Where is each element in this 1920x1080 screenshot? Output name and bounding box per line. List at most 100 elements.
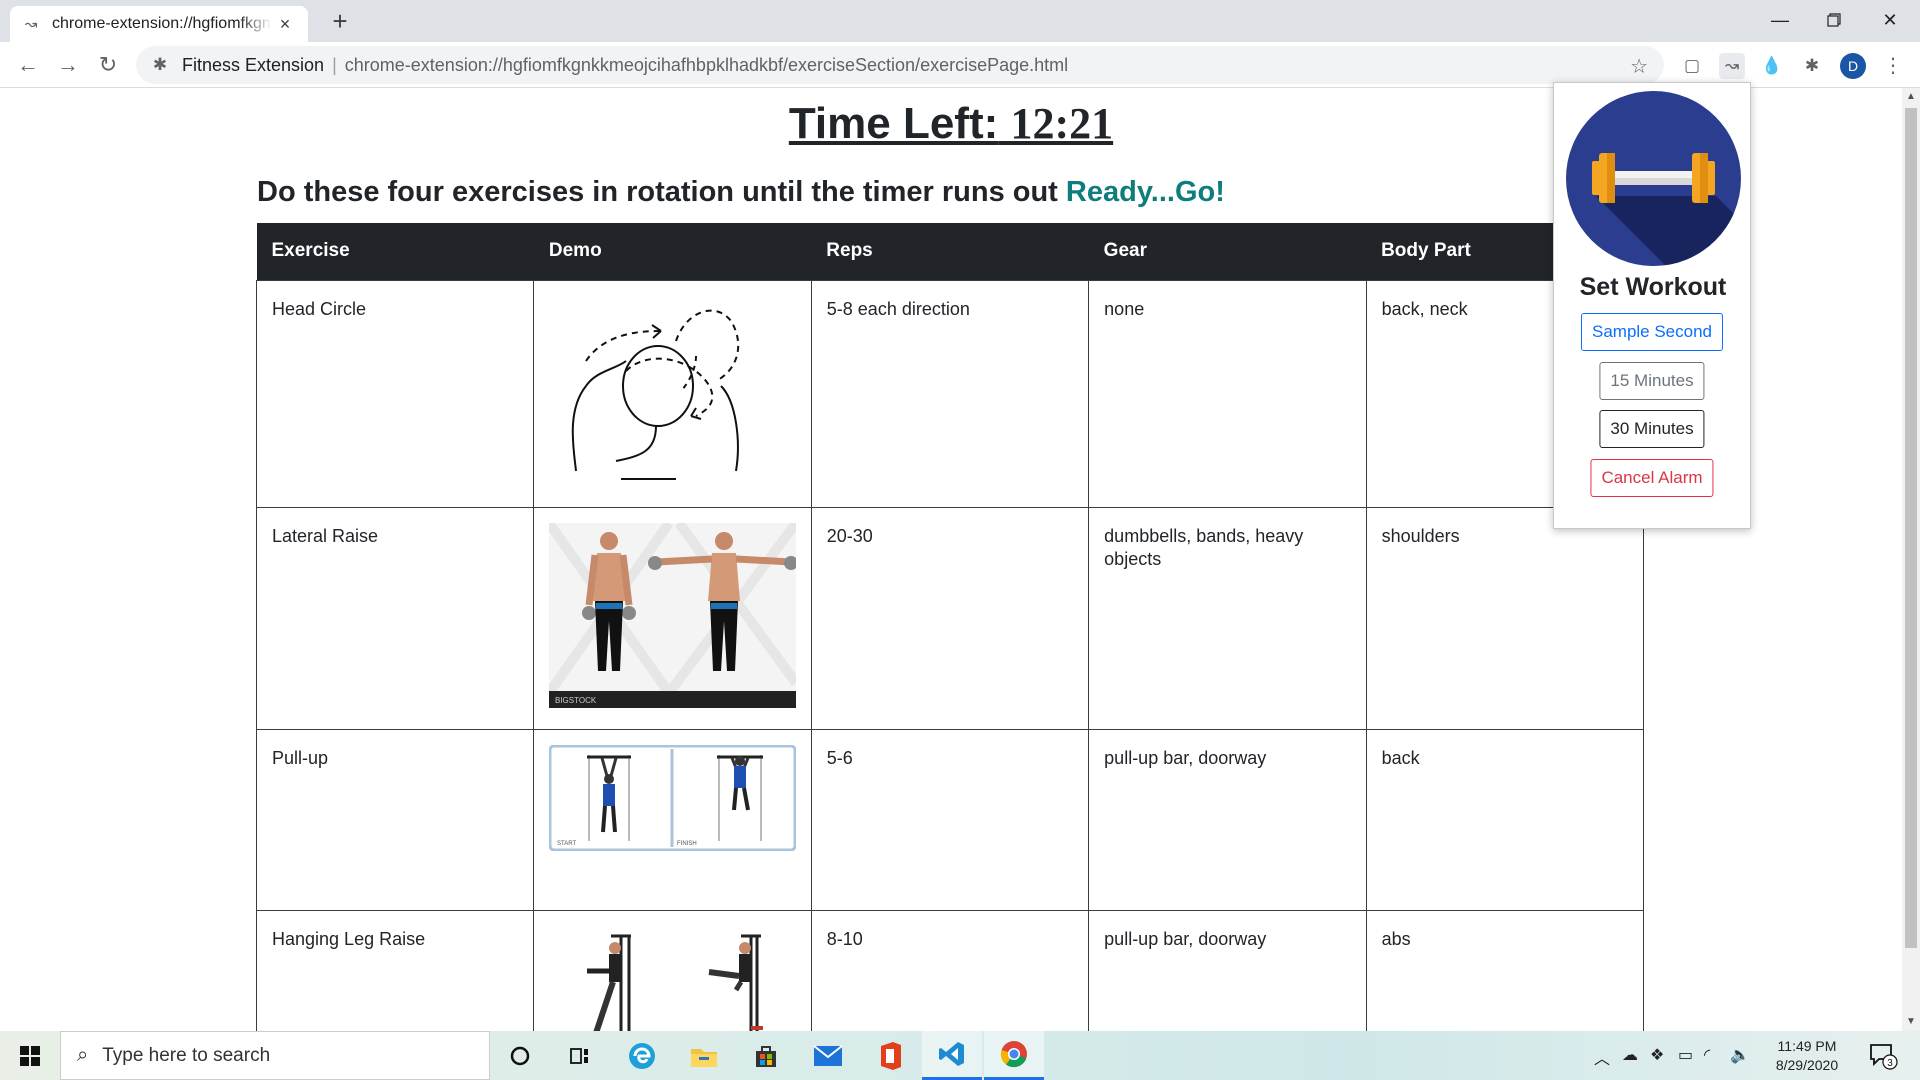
gear-value: none — [1088, 279, 1367, 508]
lateral-raise-demo-icon: BIGSTOCK — [545, 519, 801, 708]
close-window-icon[interactable]: ✕ — [1862, 0, 1918, 40]
exercise-table: Exercise Demo Reps Gear Body Part Head C… — [255, 223, 1645, 1031]
page-scrollbar[interactable]: ▲ ▼ — [1902, 88, 1920, 1031]
demo-watermark: BIGSTOCK — [555, 696, 597, 705]
table-row: Lateral Raise BIGSTOCK 20-30 dumbbells, … — [255, 506, 1645, 731]
extension-puzzle-icon: ✱ — [152, 55, 168, 74]
body-part-value: shoulders — [1365, 506, 1645, 731]
sample-second-button[interactable]: Sample Second — [1580, 313, 1724, 351]
column-header-exercise: Exercise — [256, 223, 534, 280]
url-text[interactable]: chrome-extension://hgfiomfkgnkkmeojcihaf… — [345, 55, 1068, 76]
dumbbell-logo-icon — [1566, 91, 1741, 266]
table-row: Pull-up START FINISH 5-6 pull-up bar, do… — [255, 729, 1645, 912]
battery-icon[interactable]: ▭ — [1678, 1045, 1693, 1065]
table-row: Head Circle 5-8 each direction none back… — [255, 279, 1645, 508]
address-bar[interactable]: ✱ Fitness Extension | chrome-extension:/… — [136, 46, 1664, 84]
microsoft-store-icon[interactable] — [736, 1031, 796, 1080]
scroll-down-arrow-icon[interactable]: ▼ — [1902, 1015, 1920, 1029]
bookmark-star-icon[interactable]: ☆ — [1630, 54, 1648, 79]
forward-icon[interactable]: → — [52, 49, 84, 81]
taskbar-search-box[interactable]: ⌕ Type here to search — [60, 1031, 490, 1080]
reps-value: 5-8 each direction — [810, 279, 1090, 508]
notification-count: 3 — [1887, 1058, 1893, 1069]
popup-title: Set Workout — [1579, 273, 1727, 301]
hanging-leg-raise-demo-icon — [587, 934, 764, 1031]
browser-titlebar: ↝ chrome-extension://hgfiomfkgnkkmeojcih… — [0, 0, 1920, 42]
scroll-up-arrow-icon[interactable]: ▲ — [1902, 90, 1920, 104]
table-row: Hanging Leg Raise 8-10 pull-up bar, door… — [255, 910, 1645, 1031]
gear-value: pull-up bar, doorway — [1088, 729, 1367, 912]
body-part-value: back — [1365, 729, 1645, 912]
tab-title: chrome-extension://hgfiomfkgnkkmeojcihaf… — [52, 15, 272, 32]
tab-close-icon[interactable]: × — [276, 15, 294, 33]
head-circle-demo-icon — [572, 309, 740, 480]
demo-cell — [533, 279, 812, 508]
volume-icon[interactable]: 🔈 — [1730, 1045, 1750, 1065]
cortana-icon[interactable] — [490, 1031, 550, 1080]
gear-value: dumbbells, bands, heavy objects — [1088, 506, 1367, 731]
extensions-puzzle-icon[interactable]: ✱ — [1799, 53, 1825, 79]
water-drop-icon[interactable]: 💧 — [1759, 53, 1785, 79]
exercise-name: Pull-up — [255, 729, 535, 912]
thirty-minutes-button[interactable]: 30 Minutes — [1599, 410, 1705, 448]
reps-value: 20-30 — [810, 506, 1090, 731]
exercise-name: Head Circle — [255, 279, 535, 508]
windows-taskbar: ⌕ Type here to search ︿ ☁ ❖ ▭ ◜ 🔈 11:49 … — [0, 1031, 1920, 1080]
dropbox-icon[interactable]: ❖ — [1650, 1045, 1664, 1065]
onedrive-icon[interactable]: ☁ — [1622, 1045, 1638, 1065]
reps-value: 5-6 — [810, 729, 1090, 912]
new-tab-button[interactable]: + — [326, 8, 354, 36]
restore-icon[interactable] — [1806, 0, 1862, 40]
notification-center-icon[interactable]: 3 — [1868, 1041, 1898, 1071]
minimize-icon[interactable]: — — [1752, 0, 1808, 40]
exercise-name: Hanging Leg Raise — [255, 910, 535, 1031]
clock-time: 11:49 PM — [1777, 1038, 1837, 1054]
cancel-alarm-button[interactable]: Cancel Alarm — [1590, 459, 1714, 497]
instructions-text: Do these four exercises in rotation unti… — [257, 176, 1058, 208]
body-part-value: abs — [1365, 910, 1645, 1031]
file-explorer-icon[interactable] — [674, 1031, 734, 1080]
browser-tab[interactable]: ↝ chrome-extension://hgfiomfkgnkkmeojcih… — [10, 6, 308, 42]
vscode-icon[interactable] — [922, 1031, 982, 1080]
tray-chevron-up-icon[interactable]: ︿ — [1594, 1045, 1610, 1069]
reps-value: 8-10 — [810, 910, 1090, 1031]
chrome-menu-icon[interactable]: ⋮ — [1880, 53, 1906, 79]
timer-label: Time Left: — [788, 99, 999, 148]
demo-cell — [533, 910, 812, 1031]
column-header-reps: Reps — [811, 223, 1089, 280]
extension-popup: Set Workout Sample Second 15 Minutes 30 … — [1553, 82, 1751, 529]
column-header-demo: Demo — [533, 223, 812, 280]
gear-value: pull-up bar, doorway — [1088, 910, 1367, 1031]
wifi-icon[interactable]: ◜ — [1704, 1045, 1710, 1065]
timer-value: 12:21 — [1010, 99, 1114, 148]
fitness-extension-icon[interactable]: ↝ — [1719, 53, 1745, 79]
scroll-thumb[interactable] — [1905, 108, 1917, 948]
instructions-heading: Do these four exercises in rotation unti… — [257, 176, 1225, 209]
back-icon[interactable]: ← — [12, 49, 44, 81]
demo-cell: START FINISH — [533, 729, 812, 912]
edge-browser-icon[interactable] — [612, 1031, 672, 1080]
column-header-gear: Gear — [1088, 223, 1367, 280]
profile-avatar[interactable]: D — [1840, 53, 1866, 79]
reload-icon[interactable]: ↻ — [92, 49, 124, 81]
fifteen-minutes-button[interactable]: 15 Minutes — [1599, 362, 1705, 400]
taskbar-clock[interactable]: 11:49 PM 8/29/2020 — [1760, 1037, 1854, 1075]
clock-date: 8/29/2020 — [1775, 1057, 1839, 1073]
extension-favicon-icon: ↝ — [24, 16, 38, 33]
url-separator: | — [332, 54, 337, 75]
search-placeholder: Type here to search — [102, 1044, 271, 1066]
office-icon[interactable] — [860, 1031, 920, 1080]
search-icon: ⌕ — [77, 1044, 89, 1066]
site-name: Fitness Extension — [182, 54, 325, 75]
mail-icon[interactable] — [798, 1031, 858, 1080]
exercise-name: Lateral Raise — [255, 506, 535, 731]
extension-page-icon[interactable]: ▢ — [1679, 53, 1705, 79]
demo-cell: BIGSTOCK — [533, 506, 812, 731]
pull-up-demo-icon: START FINISH — [548, 744, 797, 852]
table-header-row: Exercise Demo Reps Gear Body Part — [256, 223, 1644, 280]
demo-caption-finish: FINISH — [677, 841, 697, 847]
ready-go-text: Ready...Go! — [1065, 176, 1225, 208]
windows-start-icon[interactable] — [0, 1031, 60, 1080]
chrome-icon[interactable] — [984, 1031, 1044, 1080]
task-view-icon[interactable] — [550, 1031, 610, 1080]
